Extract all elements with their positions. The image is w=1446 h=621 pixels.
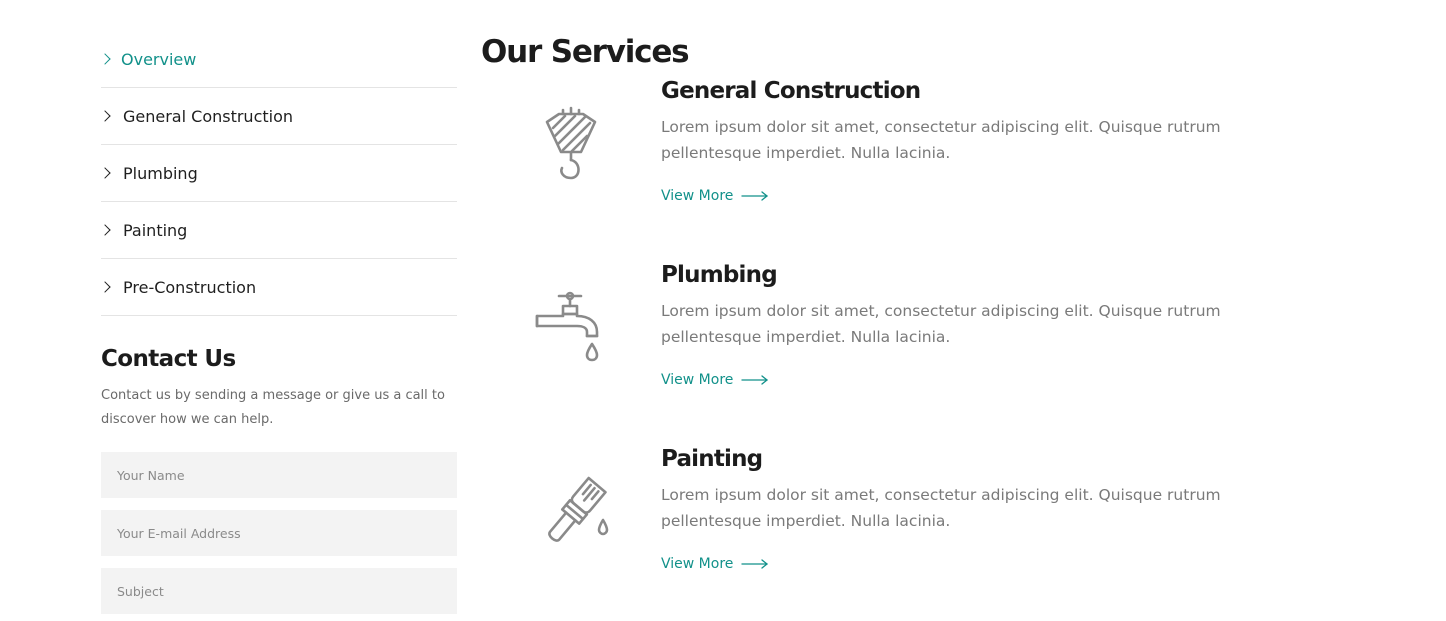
service-card-general-construction: General Construction Lorem ipsum dolor s… [481,74,1281,258]
nav-item-plumbing[interactable]: Plumbing [99,145,457,202]
contact-form [101,452,457,614]
service-description: Lorem ipsum dolor sit amet, consectetur … [661,118,1221,162]
nav-item-label: Overview [121,49,197,69]
service-nav: Overview General Construction Plumbing P… [99,31,457,316]
service-body: General Construction Lorem ipsum dolor s… [661,74,1231,204]
view-more-link[interactable]: View More [661,188,769,204]
service-card-plumbing: Plumbing Lorem ipsum dolor sit amet, con… [481,258,1281,442]
view-more-link[interactable]: View More [661,372,769,388]
arrow-right-icon [741,559,769,569]
view-more-label: View More [661,372,734,388]
nav-item-label: Plumbing [123,163,198,183]
chevron-right-icon [99,224,111,236]
service-card-painting: Painting Lorem ipsum dolor sit amet, con… [481,442,1281,621]
page-title: Our Services [481,34,690,70]
page: Overview General Construction Plumbing P… [0,0,1446,621]
nav-item-pre-construction[interactable]: Pre-Construction [99,259,457,316]
view-more-label: View More [661,188,734,204]
chevron-right-icon [99,281,111,293]
service-title: Plumbing [661,262,778,288]
service-body: Plumbing Lorem ipsum dolor sit amet, con… [661,258,1231,388]
chevron-right-icon [99,110,111,122]
service-body: Painting Lorem ipsum dolor sit amet, con… [661,442,1231,572]
subject-field[interactable] [101,568,457,614]
chevron-right-icon [99,53,111,65]
service-title: General Construction [661,78,921,104]
arrow-right-icon [741,375,769,385]
paint-brush-icon [548,476,609,542]
arrow-right-icon [741,191,769,201]
nav-item-overview[interactable]: Overview [99,31,457,88]
contact-title: Contact Us [101,346,236,372]
nav-item-general-construction[interactable]: General Construction [99,88,457,145]
nav-item-label: General Construction [123,106,294,126]
nav-item-label: Painting [123,220,188,240]
service-title: Painting [661,446,763,472]
service-description: Lorem ipsum dolor sit amet, consectetur … [661,486,1221,530]
email-field[interactable] [101,510,457,556]
view-more-label: View More [661,556,734,572]
nav-item-painting[interactable]: Painting [99,202,457,259]
faucet-icon [535,291,599,362]
name-field[interactable] [101,452,457,498]
service-description: Lorem ipsum dolor sit amet, consectetur … [661,302,1221,346]
nav-item-label: Pre-Construction [123,277,257,297]
view-more-link[interactable]: View More [661,556,769,572]
sidebar: Overview General Construction Plumbing P… [99,31,457,614]
services-section: Our Services General Construction Lorem … [481,30,1281,621]
crane-hook-icon [545,106,597,180]
contact-description: Contact us by sending a message or give … [101,388,445,427]
chevron-right-icon [99,167,111,179]
